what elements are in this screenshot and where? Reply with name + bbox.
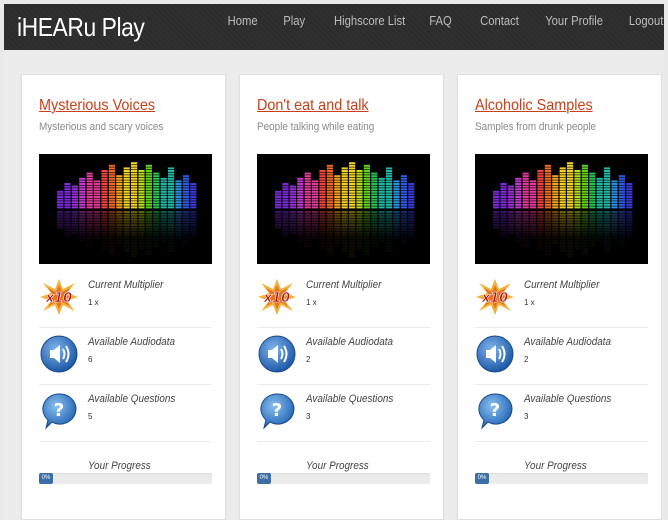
category-card: Don't eat and talk People talking while … <box>239 74 444 520</box>
category-card: Alcoholic Samples Samples from drunk peo… <box>457 74 662 520</box>
multiplier-x10-icon: x10 <box>257 277 297 317</box>
progress-bar: 0% <box>39 473 212 484</box>
category-subtitle: Mysterious and scary voices <box>39 121 164 133</box>
progress-fill: 0% <box>257 473 271 484</box>
progress-label: Your Progress <box>306 460 369 472</box>
svg-text:?: ? <box>490 400 500 421</box>
nav-highscore-list[interactable]: Highscore List <box>334 14 405 28</box>
progress-fill: 0% <box>39 473 53 484</box>
stat-questions: ? Available Questions 5 <box>39 385 212 442</box>
svg-text:x10: x10 <box>45 291 72 306</box>
multiplier-value: 1 x <box>88 298 99 307</box>
nav-play[interactable]: Play <box>283 14 305 28</box>
stat-multiplier: x10 Current Multiplier 1 x <box>257 271 430 328</box>
equalizer-image[interactable] <box>257 154 430 264</box>
question-bubble-icon: ? <box>39 391 79 431</box>
nav-home[interactable]: Home <box>228 14 258 28</box>
questions-value: 3 <box>524 412 529 421</box>
questions-value: 5 <box>88 412 93 421</box>
speaker-icon <box>475 334 515 374</box>
stat-audiodata: Available Audiodata 2 <box>257 328 430 385</box>
svg-text:?: ? <box>272 400 282 421</box>
category-card: Mysterious Voices Mysterious and scary v… <box>21 74 226 520</box>
speaker-icon <box>39 334 79 374</box>
audiodata-label: Available Audiodata <box>88 336 175 348</box>
brand-logo[interactable]: iHEARu Play <box>17 12 145 43</box>
progress-label: Your Progress <box>88 460 151 472</box>
svg-text:?: ? <box>54 400 64 421</box>
progress-bar: 0% <box>257 473 430 484</box>
question-bubble-icon: ? <box>257 391 297 431</box>
questions-value: 3 <box>306 412 311 421</box>
multiplier-value: 1 x <box>306 298 317 307</box>
category-title-link[interactable]: Mysterious Voices <box>39 97 155 115</box>
audiodata-value: 2 <box>524 355 529 364</box>
progress-bar: 0% <box>475 473 648 484</box>
audiodata-label: Available Audiodata <box>524 336 611 348</box>
progress-fill: 0% <box>475 473 489 484</box>
multiplier-x10-icon: x10 <box>475 277 515 317</box>
audiodata-value: 2 <box>306 355 311 364</box>
stat-questions: ? Available Questions 3 <box>257 385 430 442</box>
multiplier-value: 1 x <box>524 298 535 307</box>
stat-questions: ? Available Questions 3 <box>475 385 648 442</box>
main-content: Mysterious Voices Mysterious and scary v… <box>4 50 664 520</box>
nav-faq[interactable]: FAQ <box>429 14 452 28</box>
equalizer-image[interactable] <box>475 154 648 264</box>
nav-contact[interactable]: Contact <box>480 14 519 28</box>
equalizer-image[interactable] <box>39 154 212 264</box>
questions-label: Available Questions <box>306 393 394 405</box>
svg-text:x10: x10 <box>481 291 508 306</box>
questions-label: Available Questions <box>524 393 612 405</box>
question-bubble-icon: ? <box>475 391 515 431</box>
svg-text:x10: x10 <box>263 291 290 306</box>
speaker-icon <box>257 334 297 374</box>
audiodata-value: 6 <box>88 355 93 364</box>
top-navbar: iHEARu Play Home Play Highscore List FAQ… <box>4 4 664 50</box>
multiplier-label: Current Multiplier <box>306 279 382 291</box>
stat-multiplier: x10 Current Multiplier 1 x <box>39 271 212 328</box>
category-subtitle: Samples from drunk people <box>475 121 597 133</box>
multiplier-label: Current Multiplier <box>524 279 600 291</box>
nav-logout[interactable]: Logout <box>629 14 663 28</box>
multiplier-x10-icon: x10 <box>39 277 79 317</box>
nav-your-profile[interactable]: Your Profile <box>545 14 603 28</box>
category-title-link[interactable]: Alcoholic Samples <box>475 97 593 115</box>
stat-audiodata: Available Audiodata 6 <box>39 328 212 385</box>
progress-label: Your Progress <box>524 460 587 472</box>
multiplier-label: Current Multiplier <box>88 279 164 291</box>
category-title-link[interactable]: Don't eat and talk <box>257 97 369 115</box>
questions-label: Available Questions <box>88 393 176 405</box>
stat-multiplier: x10 Current Multiplier 1 x <box>475 271 648 328</box>
audiodata-label: Available Audiodata <box>306 336 393 348</box>
stat-audiodata: Available Audiodata 2 <box>475 328 648 385</box>
category-subtitle: People talking while eating <box>257 121 375 133</box>
